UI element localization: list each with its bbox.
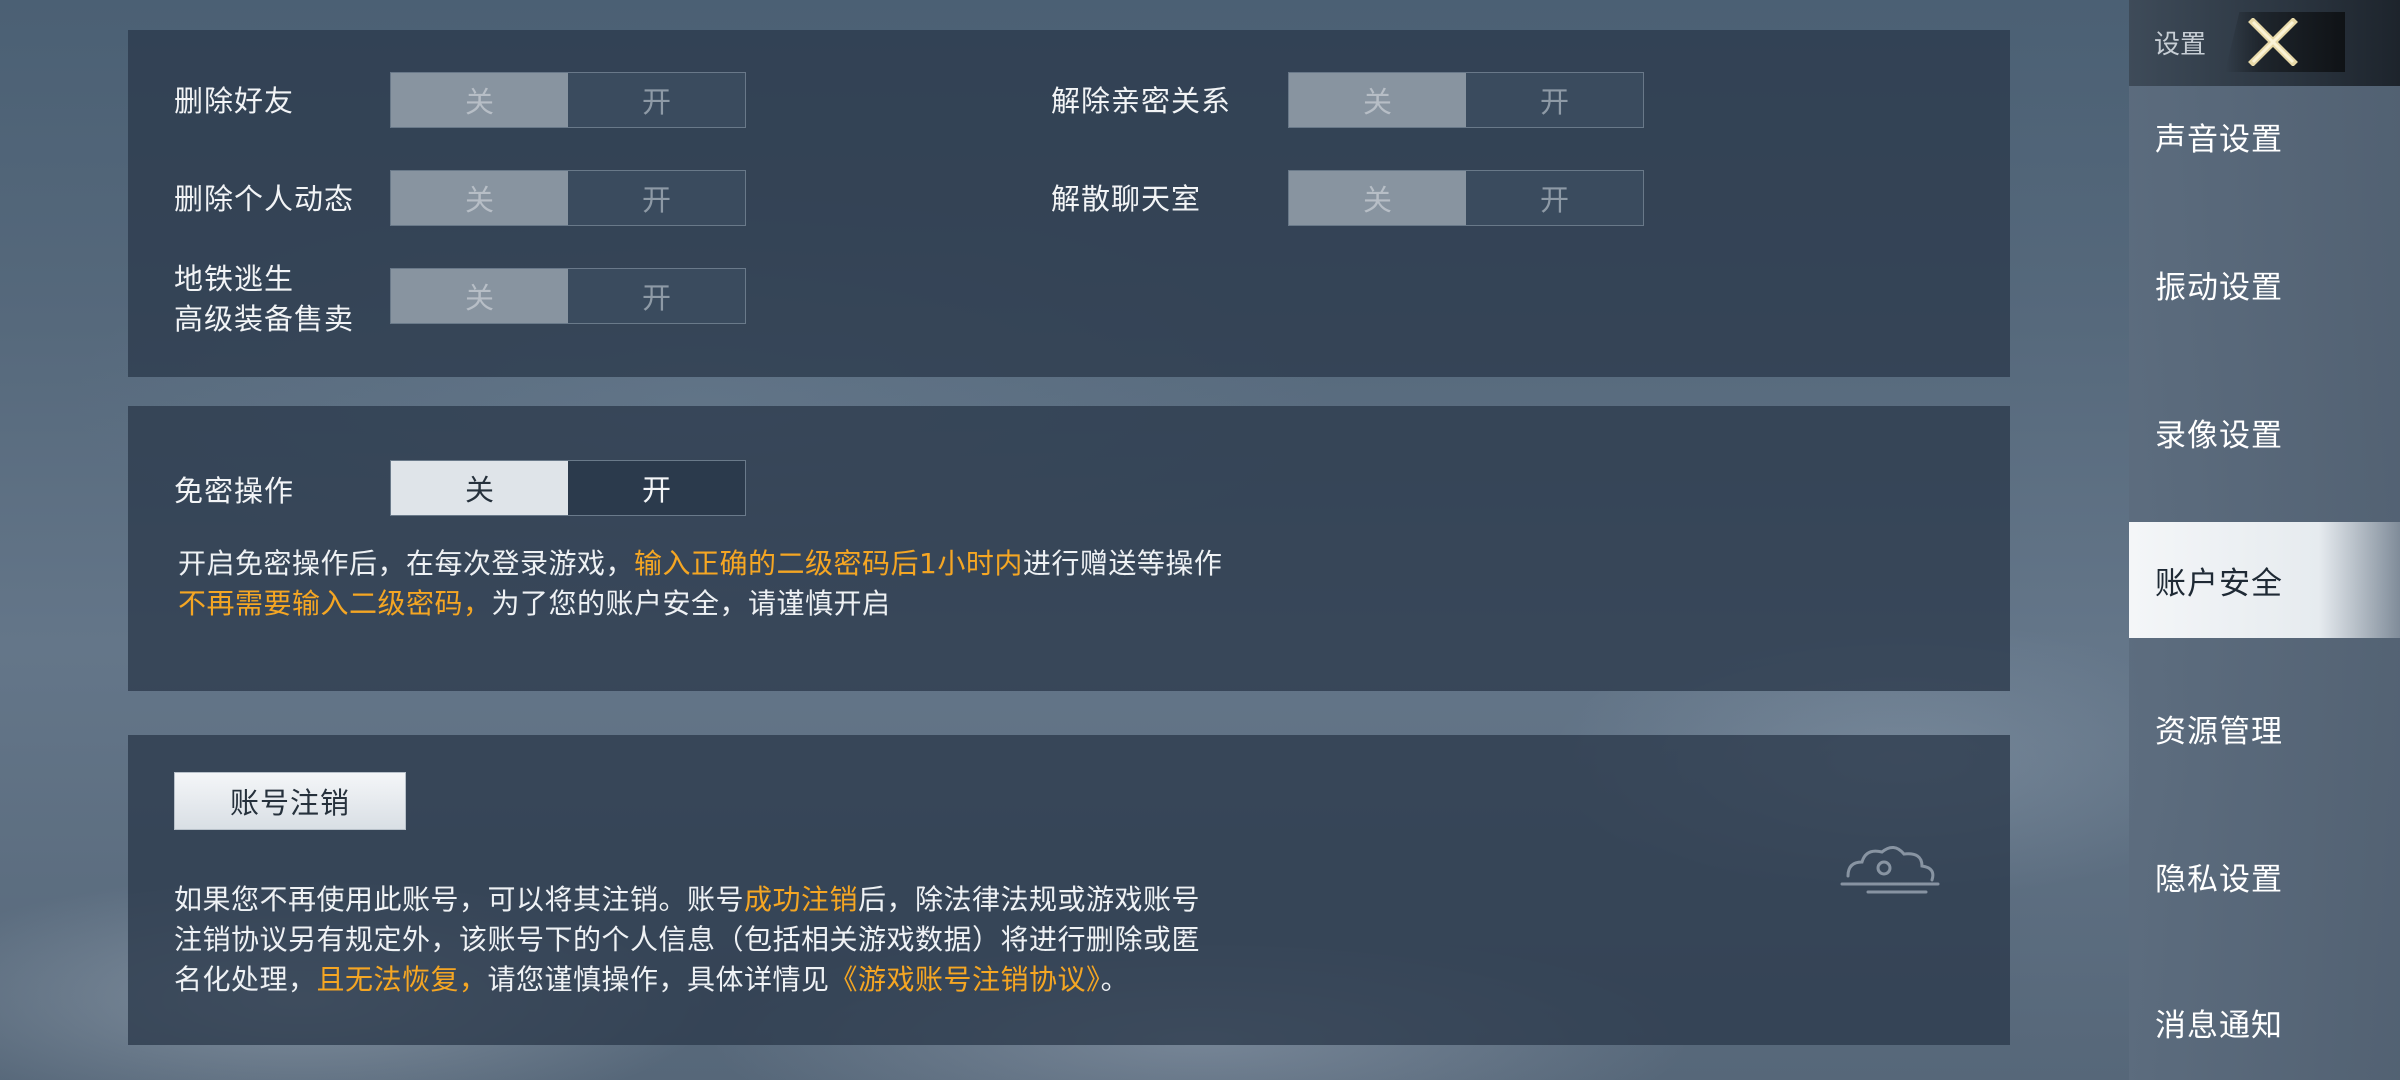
toggle-off-option[interactable]: 关 (391, 461, 568, 515)
delete-moments-label: 删除个人动态 (174, 182, 355, 216)
desc-text: 如果您不再使用此账号，可以将其注销。账号 (174, 883, 745, 916)
desc-highlight: 输入正确的二级密码后1小时内 (634, 547, 1023, 580)
dissolve-chatroom-toggle[interactable]: 关 开 (1288, 170, 1644, 226)
break-intimacy-label: 解除亲密关系 (1051, 84, 1232, 118)
dissolve-chatroom-label: 解散聊天室 (1051, 182, 1202, 216)
sidebar-title: 设置 (2154, 30, 2207, 60)
delete-friend-label: 删除好友 (174, 84, 295, 118)
password-free-toggle[interactable]: 关 开 (390, 460, 746, 516)
desc-text: 后，除法律法规或游戏账号 (858, 883, 1201, 916)
metro-equipment-label-line1: 地铁逃生 (174, 262, 295, 296)
toggle-on-option[interactable]: 开 (1466, 171, 1643, 225)
sidebar-item-recording[interactable]: 录像设置 (2129, 374, 2400, 490)
toggle-on-option[interactable]: 开 (568, 73, 745, 127)
close-button[interactable] (2225, 12, 2345, 72)
desc-text: 名化处理， (174, 963, 317, 996)
desc-text: 。 (1100, 963, 1130, 996)
metro-equipment-label-line2: 高级装备售卖 (174, 302, 355, 336)
toggle-on-option[interactable]: 开 (568, 171, 745, 225)
cloud-icon (1840, 846, 1940, 894)
desc-text: 进行赠送等操作 (1022, 547, 1223, 580)
desc-highlight: 且无法恢复， (316, 963, 488, 996)
settings-sidebar: 设置 声音设置 振动设置 录像设置 账户安全 资源管理 隐私设置 消息通知 (2129, 0, 2400, 1080)
password-free-desc-line1: 开启免密操作后，在每次登录游戏，输入正确的二级密码后1小时内进行赠送等操作 (178, 544, 1222, 584)
password-free-desc-line2: 不再需要输入二级密码，为了您的账户安全，请谨慎开启 (178, 584, 891, 624)
desc-text: 开启免密操作后，在每次登录游戏， (178, 547, 635, 580)
toggle-off-option[interactable]: 关 (1289, 171, 1466, 225)
desc-highlight: 不再需要输入二级密码， (178, 587, 492, 620)
sidebar-item-notification[interactable]: 消息通知 (2129, 964, 2400, 1080)
toggle-off-option[interactable]: 关 (1289, 73, 1466, 127)
desc-text: 请您谨慎操作，具体详情见 (487, 963, 830, 996)
break-intimacy-toggle[interactable]: 关 开 (1288, 72, 1644, 128)
metro-equipment-sale-toggle[interactable]: 关 开 (390, 268, 746, 324)
account-cancel-desc-line3: 名化处理，且无法恢复，请您谨慎操作，具体详情见《游戏账号注销协议》。 (174, 960, 1129, 1000)
toggle-on-option[interactable]: 开 (568, 461, 745, 515)
account-cancel-button[interactable]: 账号注销 (174, 772, 406, 830)
sidebar-item-account-security[interactable]: 账户安全 (2129, 522, 2400, 638)
toggle-off-option[interactable]: 关 (391, 171, 568, 225)
sidebar-item-vibration[interactable]: 振动设置 (2129, 226, 2400, 342)
toggle-on-option[interactable]: 开 (568, 269, 745, 323)
account-cancel-desc-line1: 如果您不再使用此账号，可以将其注销。账号成功注销后，除法律法规或游戏账号 (174, 880, 1200, 920)
sidebar-item-sound[interactable]: 声音设置 (2129, 78, 2400, 194)
toggle-on-option[interactable]: 开 (1466, 73, 1643, 127)
delete-moments-toggle[interactable]: 关 开 (390, 170, 746, 226)
sidebar-item-privacy[interactable]: 隐私设置 (2129, 818, 2400, 934)
toggle-off-option[interactable]: 关 (391, 269, 568, 323)
sidebar-item-resource[interactable]: 资源管理 (2129, 670, 2400, 786)
sidebar-header: 设置 (2129, 0, 2400, 86)
toggle-off-option[interactable]: 关 (391, 73, 568, 127)
cancel-agreement-link[interactable]: 《游戏账号注销协议》 (830, 963, 1101, 996)
close-icon[interactable] (2247, 18, 2299, 66)
account-cancel-desc-line2: 注销协议另有规定外，该账号下的个人信息（包括相关游戏数据）将进行删除或匿 (174, 923, 1201, 956)
desc-text: 为了您的账户安全，请谨慎开启 (491, 587, 891, 620)
password-free-label: 免密操作 (174, 474, 295, 508)
desc-highlight: 成功注销 (744, 883, 859, 916)
delete-friend-toggle[interactable]: 关 开 (390, 72, 746, 128)
